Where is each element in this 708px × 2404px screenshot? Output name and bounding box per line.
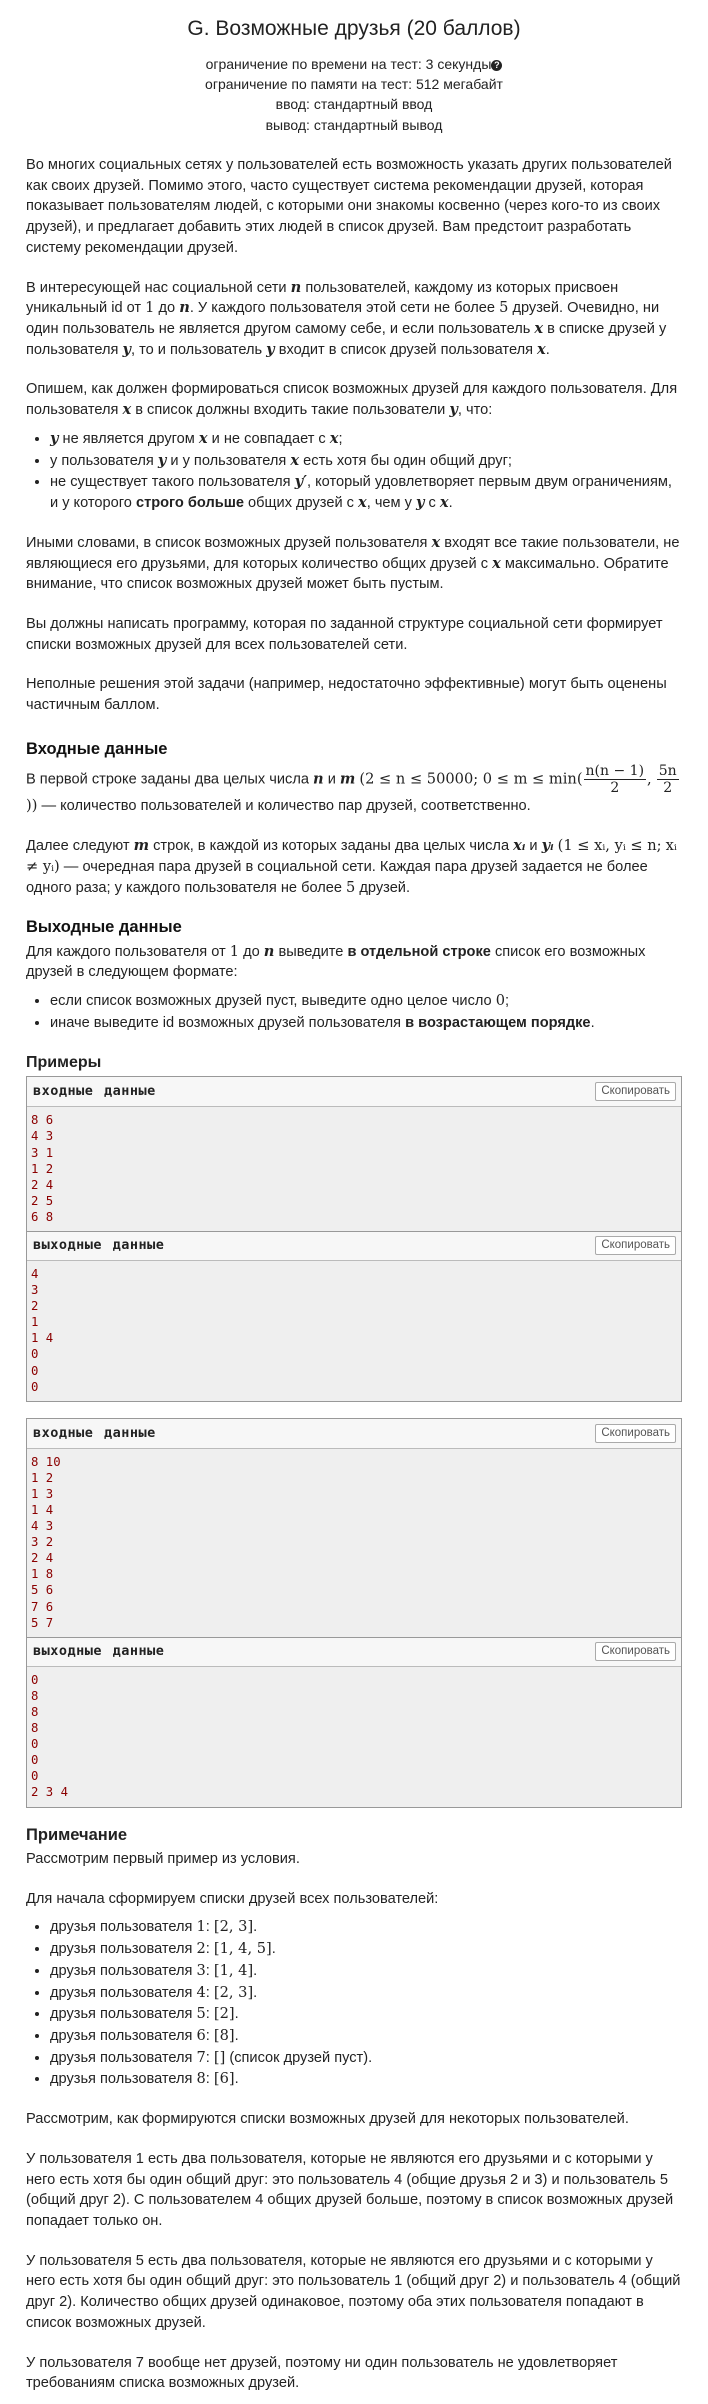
sample-test-2: входные данные Скопировать 8 10 1 2 1 3 … <box>26 1417 682 1808</box>
problem-statement: G. Возможные друзья (20 баллов) ограниче… <box>0 0 708 2404</box>
friend-list-item: друзья пользователя 8: [6]. <box>50 2069 682 2090</box>
sample-output-label: выходные данные <box>33 1237 165 1254</box>
friend-list-item: друзья пользователя 2: [1, 4, 5]. <box>50 1939 682 1960</box>
note-paragraph: Для начала сформируем списки друзей всех… <box>26 1890 439 1907</box>
list-item: y не является другом x и не совпадает с … <box>50 429 682 450</box>
input-spec-paragraph: В первой строке заданы два целых числа n… <box>26 763 679 815</box>
friend-list-item: друзья пользователя 4: [2, 3]. <box>50 1983 682 2004</box>
copy-button[interactable]: Скопировать <box>595 1642 676 1662</box>
fraction: 5n 2 <box>656 763 679 797</box>
input-specification: Входные данные В первой строке заданы дв… <box>26 738 682 898</box>
legend-paragraph: Иными словами, в список возможных друзей… <box>26 533 680 593</box>
examples-title: Примеры <box>26 1053 102 1071</box>
legend-paragraph: Вы должны написать программу, которая по… <box>26 615 663 653</box>
sample-input-header: входные данные Скопировать <box>27 1077 681 1108</box>
memory-limit: ограничение по памяти на тест: 512 мегаб… <box>205 76 503 93</box>
sample-output-header: выходные данные Скопировать <box>27 1636 681 1667</box>
problem-header: G. Возможные друзья (20 баллов) ограниче… <box>26 14 682 135</box>
sample-output-content[interactable]: 0 8 8 8 0 0 0 2 3 4 <box>27 1666 681 1807</box>
fraction: n(n − 1) 2 <box>583 763 647 797</box>
friend-list-item: друзья пользователя 3: [1, 4]. <box>50 1961 682 1982</box>
copy-button[interactable]: Скопировать <box>595 1236 676 1256</box>
conditions-list: y не является другом x и не совпадает с … <box>26 429 682 514</box>
sample-input-label: входные данные <box>33 1083 156 1100</box>
friend-list-item: друзья пользователя 1: [2, 3]. <box>50 1917 682 1938</box>
list-item: не существует такого пользователя y′, ко… <box>50 472 682 513</box>
friend-list-item: друзья пользователя 5: [2]. <box>50 2004 682 2025</box>
list-item: у пользователя y и у пользователя x есть… <box>50 451 682 472</box>
list-item: иначе выведите id возможных друзей польз… <box>50 1013 682 1034</box>
examples-section: Примеры входные данные Скопировать 8 6 4… <box>26 1052 682 1808</box>
time-limit: ограничение по времени на тест: 3 секунд… <box>26 54 682 74</box>
note-section: Примечание Рассмотрим первый пример из у… <box>26 1824 682 2395</box>
sample-input-content[interactable]: 8 10 1 2 1 3 1 4 4 3 3 2 2 4 1 8 5 6 7 6… <box>27 1448 681 1637</box>
sample-output-header: выходные данные Скопировать <box>27 1230 681 1261</box>
output-specification: Выходные данные Для каждого пользователя… <box>26 916 682 1033</box>
input-file: ввод: стандартный ввод <box>275 96 433 113</box>
legend: Во многих социальных сетях у пользовател… <box>26 155 682 716</box>
note-paragraph: Рассмотрим, как формируются списки возмо… <box>26 2111 629 2128</box>
note-paragraph: У пользователя 5 есть два пользователя, … <box>26 2252 681 2331</box>
output-spec-title: Выходные данные <box>26 918 182 937</box>
output-spec-paragraph: Для каждого пользователя от 1 до n вывед… <box>26 942 646 981</box>
output-file: вывод: стандартный вывод <box>265 116 443 133</box>
sample-input-content[interactable]: 8 6 4 3 3 1 1 2 2 4 2 5 6 8 <box>27 1107 681 1231</box>
sample-input-label: входные данные <box>33 1424 156 1441</box>
sample-output-content[interactable]: 4 3 2 1 1 4 0 0 0 <box>27 1260 681 1401</box>
note-paragraph: У пользователя 1 есть два пользователя, … <box>26 2150 674 2229</box>
input-spec-title: Входные данные <box>26 739 168 758</box>
sample-output-label: выходные данные <box>33 1643 165 1660</box>
legend-paragraph: Неполные решения этой задачи (например, … <box>26 676 667 714</box>
friend-list-item: друзья пользователя 6: [8]. <box>50 2026 682 2047</box>
sample-input-header: входные данные Скопировать <box>27 1418 681 1449</box>
legend-paragraph: В интересующей нас социальной сети n пол… <box>26 278 667 358</box>
copy-button[interactable]: Скопировать <box>595 1082 676 1102</box>
help-icon[interactable]: ? <box>491 59 503 71</box>
problem-title: G. Возможные друзья (20 баллов) <box>187 17 521 40</box>
legend-paragraph: Во многих социальных сетях у пользовател… <box>26 157 672 256</box>
friends-list: друзья пользователя 1: [2, 3].друзья пол… <box>26 1917 682 2090</box>
friend-list-item: друзья пользователя 7: [] (список друзей… <box>50 2048 682 2069</box>
note-title: Примечание <box>26 1825 128 1844</box>
input-spec-paragraph: Далее следуют m строк, в каждой из котор… <box>26 837 677 896</box>
legend-paragraph: Опишем, как должен формироваться список … <box>26 381 678 419</box>
output-format-list: если список возможных друзей пуст, вывед… <box>26 991 682 1033</box>
sample-test-1: входные данные Скопировать 8 6 4 3 3 1 1… <box>26 1076 682 1402</box>
note-paragraph: У пользователя 7 вообще нет друзей, поэт… <box>26 2354 618 2392</box>
note-paragraph: Рассмотрим первый пример из условия. <box>26 1850 300 1867</box>
list-item: если список возможных друзей пуст, вывед… <box>50 991 682 1012</box>
copy-button[interactable]: Скопировать <box>595 1423 676 1443</box>
